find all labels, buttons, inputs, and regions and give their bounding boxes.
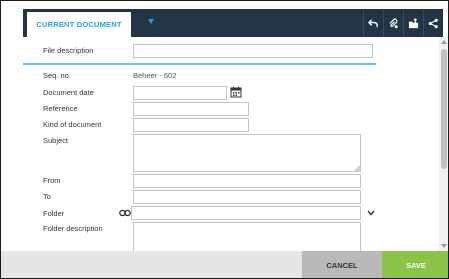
to-label: To: [43, 192, 51, 201]
undo-icon: [368, 18, 378, 27]
tab-current-document-label: CURRENT DOCUMENT: [36, 20, 122, 29]
share-icon: [428, 18, 438, 28]
document-date-input[interactable]: [133, 86, 227, 100]
kind-of-document-input[interactable]: [133, 118, 249, 132]
folder-upload-button[interactable]: [403, 9, 423, 37]
dialog-header: CURRENT DOCUMENT: [23, 9, 443, 37]
chevron-down-icon[interactable]: [367, 210, 375, 216]
scroll-thumb[interactable]: [441, 49, 447, 169]
tab-current-document[interactable]: CURRENT DOCUMENT: [27, 12, 131, 37]
folder-label: Folder: [43, 209, 65, 218]
folder-input[interactable]: [131, 206, 361, 220]
cancel-button-label: CANCEL: [326, 261, 358, 270]
folder-description-label: Folder description: [43, 224, 103, 233]
link-icon[interactable]: [119, 209, 131, 217]
cancel-button[interactable]: CANCEL: [302, 251, 382, 278]
resize-handle-icon[interactable]: [355, 166, 360, 171]
save-button-label: SAVE: [406, 261, 426, 270]
attach-button[interactable]: [383, 9, 403, 37]
scroll-down-icon[interactable]: [441, 244, 447, 248]
subject-textarea[interactable]: [133, 134, 361, 172]
file-description-label: File description: [43, 46, 94, 55]
folder-upload-icon: [408, 17, 419, 28]
reference-input[interactable]: [133, 102, 249, 116]
reference-label: Reference: [43, 104, 78, 113]
share-button[interactable]: [423, 9, 443, 37]
header-actions: [363, 9, 443, 37]
calendar-icon[interactable]: [230, 86, 242, 98]
seq-no-label: Seq. no.: [43, 71, 71, 80]
file-description-input[interactable]: [133, 44, 373, 58]
form-scrollbar[interactable]: [439, 37, 448, 251]
section-divider: [23, 63, 376, 65]
dialog-footer: CANCEL SAVE: [1, 251, 448, 278]
attach-icon: [389, 18, 398, 28]
document-date-label: Document date: [43, 88, 94, 97]
document-dialog: CURRENT DOCUMENT File description Seq. n…: [0, 0, 449, 279]
subject-label: Subject: [43, 136, 69, 145]
from-input[interactable]: [133, 174, 361, 188]
to-input[interactable]: [133, 190, 361, 204]
seq-no-value: Beheer - 602: [133, 71, 177, 80]
scroll-up-icon[interactable]: [441, 40, 447, 44]
folder-description-textarea[interactable]: [133, 222, 361, 251]
save-button[interactable]: SAVE: [382, 251, 448, 278]
document-form: File description Seq. no. Beheer - 602 D…: [23, 37, 443, 251]
kind-of-document-label: Kind of document: [43, 120, 102, 129]
undo-button[interactable]: [363, 9, 383, 37]
from-label: From: [43, 176, 61, 185]
tab-dropdown-icon[interactable]: [148, 19, 154, 24]
